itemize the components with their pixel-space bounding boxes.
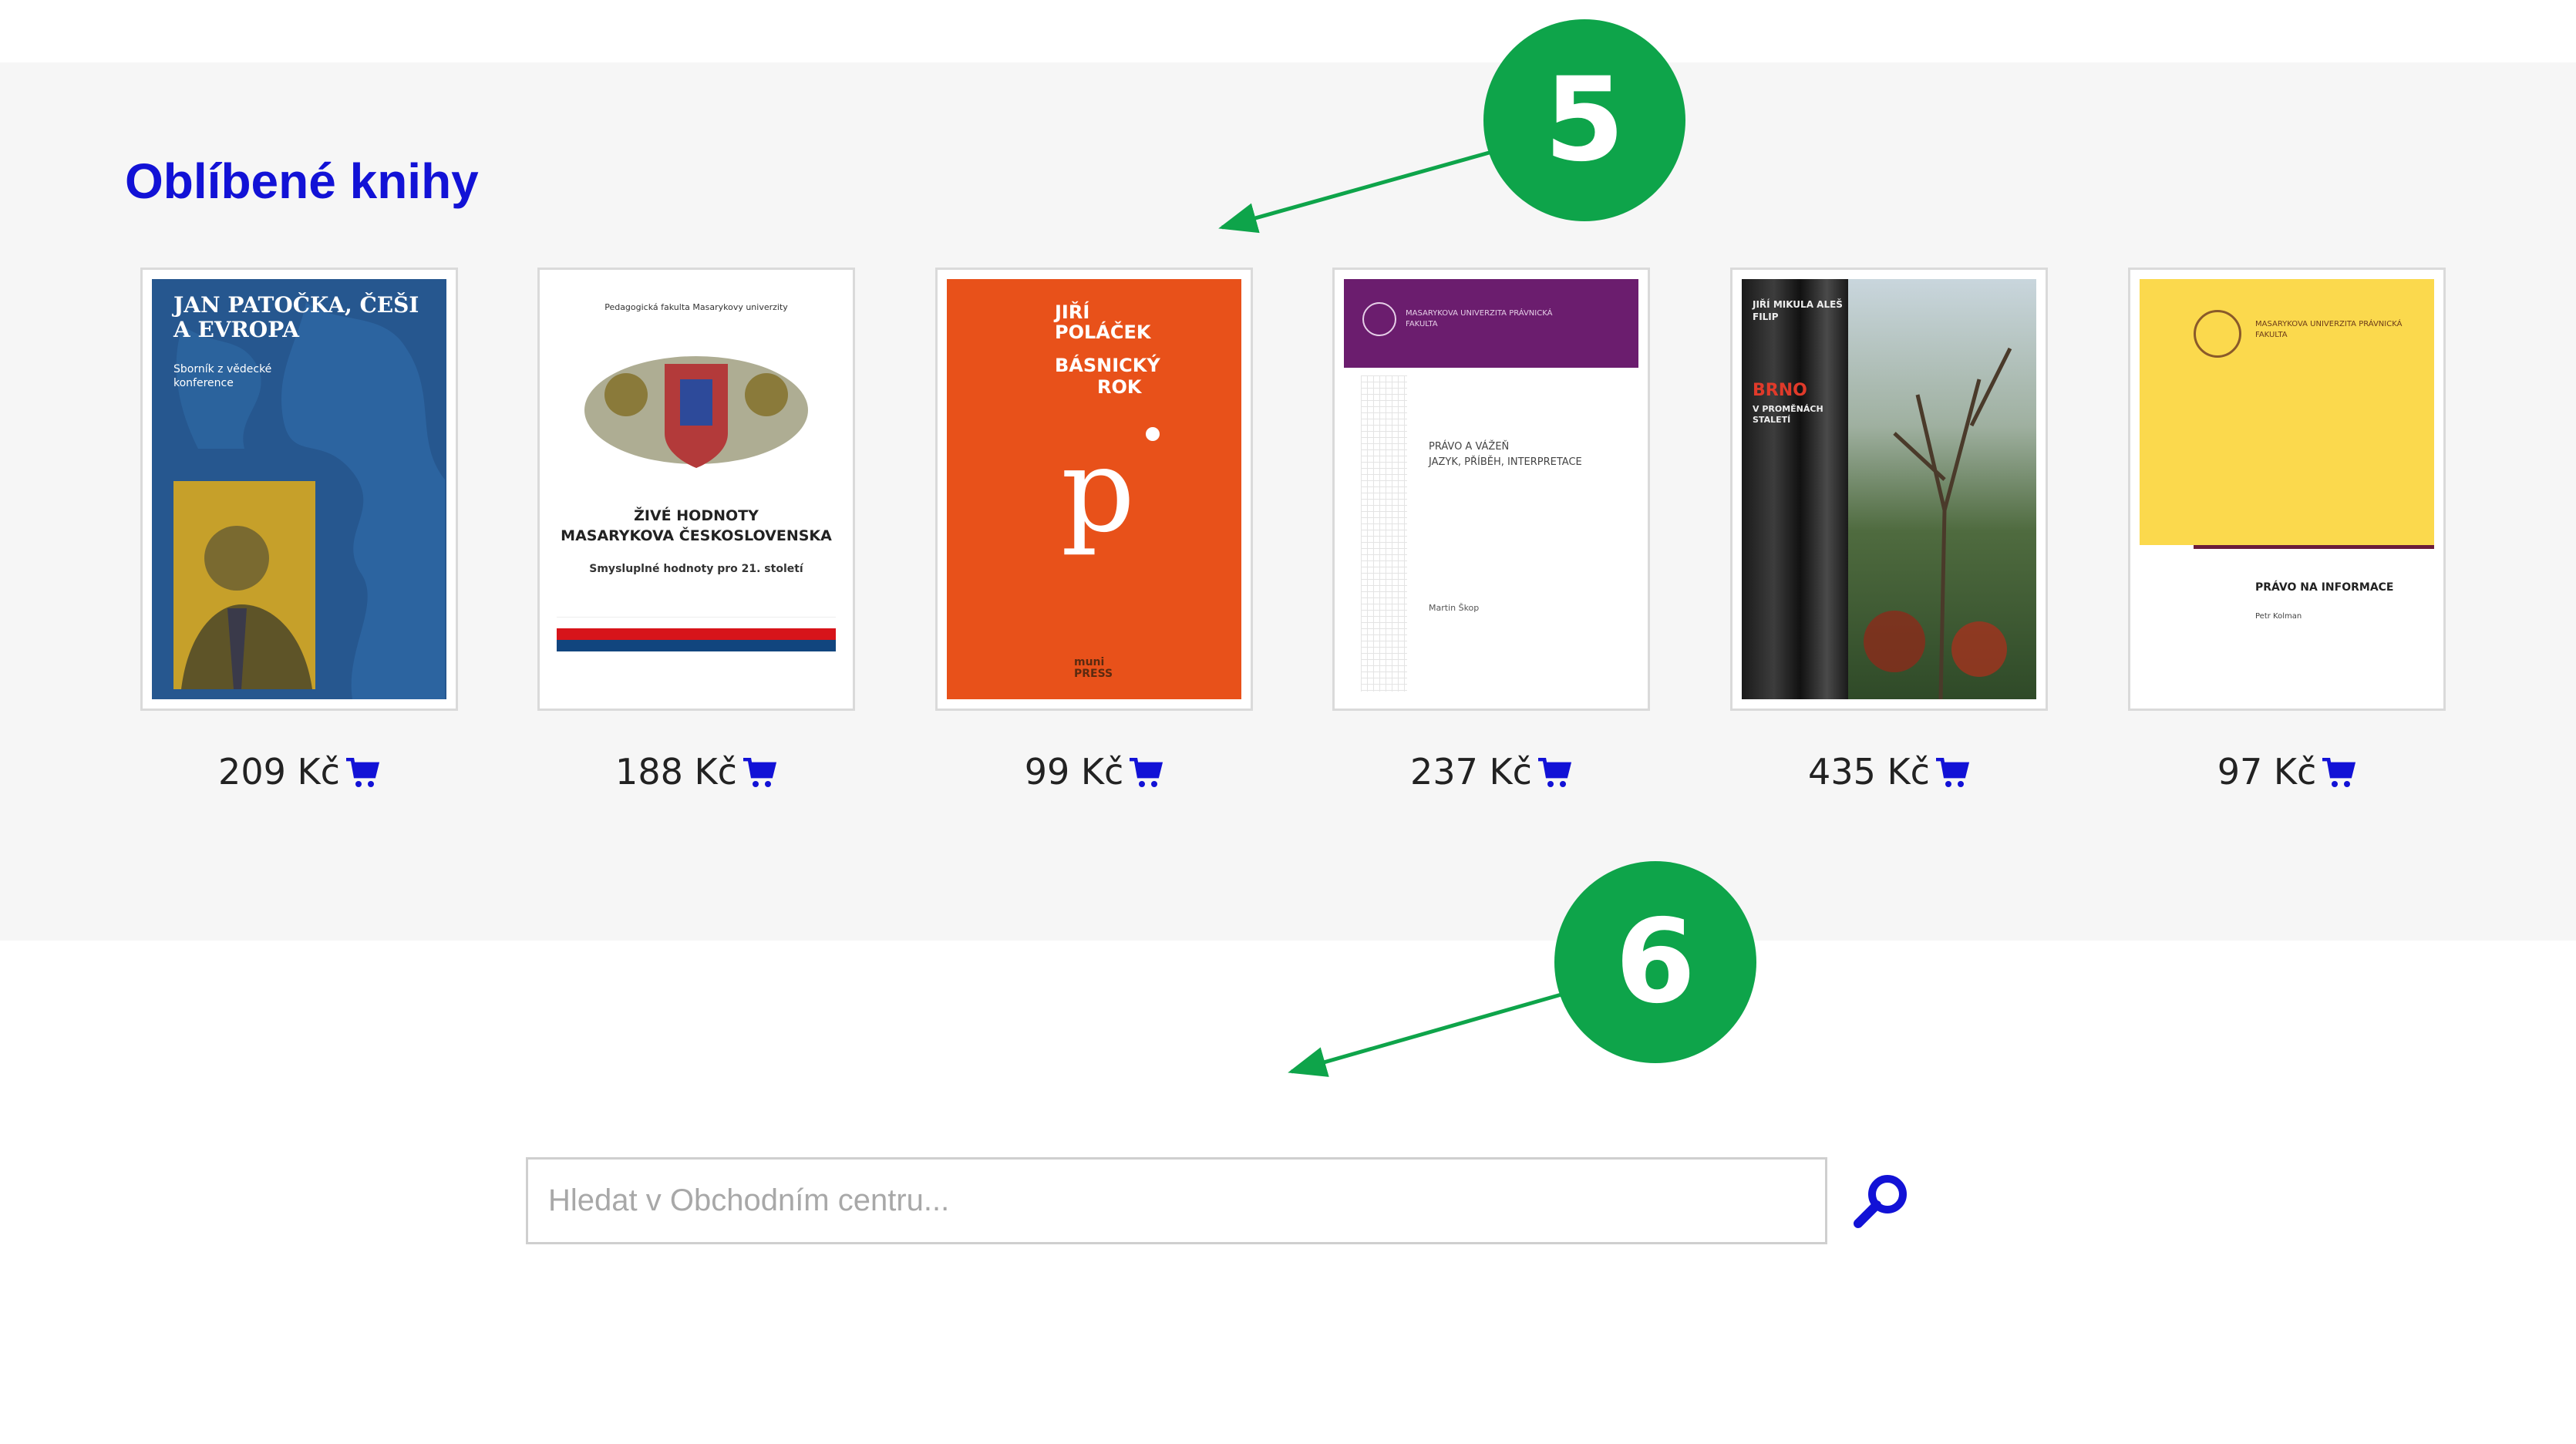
book-price: 99 Kč bbox=[1024, 751, 1124, 793]
cover-author: Martin Škop bbox=[1429, 603, 1480, 613]
book-cover-link[interactable]: Pedagogická fakulta Masarykovy univerzit… bbox=[537, 268, 855, 711]
cover-subtitle: Sborník z vědecké konference bbox=[173, 363, 272, 390]
book-cover-link[interactable]: JAN PATOČKA, ČEŠI A EVROPA Sborník z věd… bbox=[140, 268, 458, 711]
university-seal bbox=[1362, 302, 1396, 336]
search-input[interactable] bbox=[526, 1157, 1827, 1244]
garden-photo bbox=[1848, 279, 2036, 699]
arrow-6 bbox=[1288, 992, 1562, 1077]
price-row: 188 Kč bbox=[537, 754, 855, 794]
university-seal bbox=[2194, 310, 2241, 358]
book-cover-image: JIŘÍ MIKULA ALEŠ FILIP BRNO V PROMĚNÁCH … bbox=[1742, 279, 2036, 699]
book-cover-link[interactable]: MASARYKOVA UNIVERZITA PRÁVNICKÁ FAKULTA … bbox=[1332, 268, 1650, 711]
price-row: 99 Kč bbox=[935, 754, 1253, 794]
cover-subtitle: V PROMĚNÁCH STALETÍ bbox=[1753, 404, 1823, 426]
cover-subtitle: Smysluplné hodnoty pro 21. století bbox=[589, 563, 803, 575]
book-card: Pedagogická fakulta Masarykovy univerzit… bbox=[537, 268, 855, 794]
organ-pipes-photo bbox=[1742, 279, 1848, 699]
cover-title-line2: JAZYK, PŘÍBĚH, INTERPRETACE bbox=[1429, 456, 1582, 468]
cart-icon[interactable] bbox=[742, 757, 777, 794]
cover-author: JIŘÍ POLÁČEK bbox=[1055, 301, 1151, 344]
book-cover-image: JIŘÍ POLÁČEK BÁSNICKÝ ROK p muni PRESS bbox=[947, 279, 1241, 699]
book-price: 97 Kč bbox=[2217, 751, 2317, 793]
cart-icon[interactable] bbox=[1130, 757, 1163, 794]
book-price: 188 Kč bbox=[615, 751, 737, 793]
price-row: 209 Kč bbox=[140, 754, 458, 794]
book-card: JIŘÍ POLÁČEK BÁSNICKÝ ROK p muni PRESS 9… bbox=[935, 268, 1253, 794]
cover-title: PRÁVO NA INFORMACE bbox=[2255, 581, 2394, 594]
cart-icon[interactable] bbox=[1537, 757, 1572, 794]
book-cover-link[interactable]: MASARYKOVA UNIVERZITA PRÁVNICKÁ FAKULTA … bbox=[2128, 268, 2446, 711]
portrait-photo bbox=[173, 481, 315, 689]
book-price: 237 Kč bbox=[1410, 751, 1532, 793]
cover-dot bbox=[1146, 427, 1160, 441]
book-cover-image: MASARYKOVA UNIVERZITA PRÁVNICKÁ FAKULTA … bbox=[1344, 279, 1638, 699]
book-cover-image: JAN PATOČKA, ČEŠI A EVROPA Sborník z věd… bbox=[152, 279, 446, 699]
cover-title-line1: ŽIVÉ HODNOTY bbox=[634, 507, 759, 524]
callout-badge-5: 5 bbox=[1483, 19, 1685, 221]
search-icon bbox=[1854, 1175, 1907, 1228]
cart-icon[interactable] bbox=[345, 757, 380, 794]
book-cover-image: Pedagogická fakulta Masarykovy univerzit… bbox=[549, 279, 844, 699]
cover-grid-pattern bbox=[1361, 375, 1407, 692]
flag-stripes bbox=[557, 617, 836, 651]
cover-institution: MASARYKOVA UNIVERZITA PRÁVNICKÁ FAKULTA bbox=[2255, 320, 2403, 339]
cover-author: Petr Kolman bbox=[2255, 612, 2302, 621]
book-price: 435 Kč bbox=[1808, 751, 1930, 793]
search-button[interactable] bbox=[1849, 1168, 1914, 1233]
book-cover-image: MASARYKOVA UNIVERZITA PRÁVNICKÁ FAKULTA … bbox=[2140, 279, 2434, 699]
section-title: Oblíbené knihy bbox=[125, 153, 479, 209]
callout-badge-6: 6 bbox=[1554, 861, 1756, 1063]
cover-publisher: muni PRESS bbox=[1074, 656, 1113, 681]
cover-rule bbox=[2194, 545, 2434, 549]
cart-icon[interactable] bbox=[1935, 757, 1970, 794]
book-cover-link[interactable]: JIŘÍ MIKULA ALEŠ FILIP BRNO V PROMĚNÁCH … bbox=[1730, 268, 2048, 711]
book-card: JIŘÍ MIKULA ALEŠ FILIP BRNO V PROMĚNÁCH … bbox=[1730, 268, 2048, 794]
book-card: MASARYKOVA UNIVERZITA PRÁVNICKÁ FAKULTA … bbox=[2128, 268, 2446, 794]
book-price: 209 Kč bbox=[218, 751, 340, 793]
price-row: 237 Kč bbox=[1332, 754, 1650, 794]
cover-title: BRNO bbox=[1753, 381, 1807, 400]
cover-publisher: Pedagogická fakulta Masarykovy univerzit… bbox=[604, 302, 788, 312]
price-row: 435 Kč bbox=[1730, 754, 2048, 794]
portrait-silhouette bbox=[181, 526, 312, 689]
cover-title-line1: PRÁVO A VÁŽEŇ bbox=[1429, 441, 1510, 453]
price-row: 97 Kč bbox=[2128, 754, 2446, 794]
cover-mark: p bbox=[1061, 424, 1136, 558]
cover-title-line2: MASARYKOVA ČESKOSLOVENSKA bbox=[561, 527, 832, 544]
cover-institution: MASARYKOVA UNIVERZITA PRÁVNICKÁ FAKULTA bbox=[1406, 309, 1553, 328]
cover-title-line1: BÁSNICKÝ bbox=[1055, 355, 1160, 376]
book-card: JAN PATOČKA, ČEŠI A EVROPA Sborník z věd… bbox=[140, 268, 458, 794]
cover-title: JAN PATOČKA, ČEŠI A EVROPA bbox=[173, 292, 419, 343]
book-cover-link[interactable]: JIŘÍ POLÁČEK BÁSNICKÝ ROK p muni PRESS bbox=[935, 268, 1253, 711]
book-card: MASARYKOVA UNIVERZITA PRÁVNICKÁ FAKULTA … bbox=[1332, 268, 1650, 794]
cover-title-line2: ROK bbox=[1097, 376, 1142, 398]
cover-authors: JIŘÍ MIKULA ALEŠ FILIP bbox=[1753, 299, 1843, 322]
coat-of-arms-graphic bbox=[584, 356, 808, 468]
cart-icon[interactable] bbox=[2322, 757, 2356, 794]
tree-branches bbox=[1864, 347, 2012, 699]
